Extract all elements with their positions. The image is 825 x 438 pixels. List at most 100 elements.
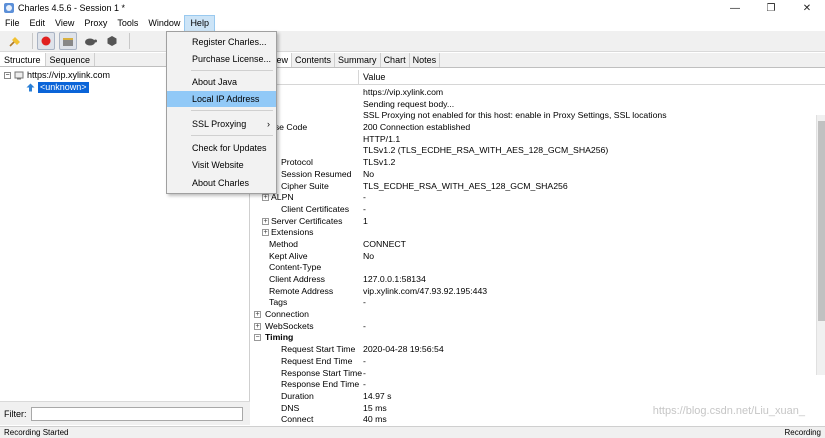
property-value: No [363,168,375,179]
property-name: Duration [281,390,314,401]
property-row[interactable]: Content-Type [251,262,825,274]
property-row[interactable]: Request End Time - [251,356,825,368]
property-row[interactable]: Response End Time - [251,379,825,391]
property-row[interactable]: STLSv1.2 (TLS_ECDHE_RSA_WITH_AES_128_GCM… [251,145,825,157]
tree-row-unknown[interactable]: <unknown> [26,82,89,93]
menu-item-register[interactable]: Register Charles... [167,34,276,50]
menu-edit[interactable]: Edit [25,16,51,31]
menu-window[interactable]: Window [143,16,185,31]
property-name: Response End Time [281,379,360,390]
menu-item-visit-website[interactable]: Visit Website [167,157,276,173]
property-row[interactable]: Tags - [251,297,825,309]
property-value: - [363,297,366,308]
menu-view[interactable]: View [50,16,79,31]
property-value: 200 Connection established [363,122,471,133]
tab-sequence[interactable]: Sequence [46,53,96,66]
tab-notes[interactable]: Notes [410,53,441,67]
filter-bar: Filter: [0,401,250,425]
expand-toggle[interactable]: + [262,194,269,202]
property-value: vip.xylink.com/47.93.92.195:443 [363,285,488,296]
menu-item-about-charles[interactable]: About Charles [167,175,276,191]
property-row[interactable]: Cipher Suite TLS_ECDHE_RSA_WITH_AES_128_G… [251,181,825,193]
tab-chart[interactable]: Chart [381,53,410,67]
turtle-icon [85,38,97,46]
expand-toggle[interactable]: + [262,229,269,237]
help-menu-dropdown: Register Charles... Purchase License... … [166,31,277,194]
ssl-proxying-button[interactable] [59,32,77,50]
menu-item-ssl-proxying[interactable]: SSL Proxying › [167,116,276,132]
expand-toggle[interactable]: − [254,334,261,342]
property-row[interactable]: Kept Alive No [251,251,825,263]
expand-toggle[interactable]: + [254,311,261,319]
menu-proxy[interactable]: Proxy [79,16,112,31]
minimize-button[interactable]: — [717,0,753,16]
toolbar-separator [32,33,33,49]
hexagon-stop-icon [107,36,117,46]
menu-item-purchase-license[interactable]: Purchase License... [167,51,276,67]
property-row[interactable]: Session Resumed No [251,169,825,181]
property-row[interactable]: + Connection [251,309,825,321]
host-globe-icon [14,71,24,80]
property-name: Cipher Suite [281,180,329,191]
property-row[interactable]: + WebSockets - [251,321,825,333]
property-name: Connect [281,414,314,425]
property-name: Session Resumed [281,168,352,179]
status-left-text: Recording Started [4,428,69,437]
column-value-header[interactable]: Value [363,72,385,82]
menu-file[interactable]: File [0,16,25,31]
broom-clear-button[interactable] [6,32,24,50]
property-value: 127.0.0.1:58134 [363,274,426,284]
property-row[interactable]: Request Start Time 2020-04-28 19:56:54 [251,344,825,356]
property-value: 15 ms [363,402,387,413]
tree-collapse-toggle[interactable]: − [4,72,11,79]
tree-row-host[interactable]: − https://vip.xylink.com [4,70,110,81]
property-value: 14.97 s [363,390,392,401]
menu-item-check-updates[interactable]: Check for Updates [167,140,276,156]
menu-item-local-ip-address[interactable]: Local IP Address [167,91,276,107]
property-row[interactable]: Response Start Time - [251,368,825,380]
watermark: https://blog.csdn.net/Liu_xuan_ [652,405,805,417]
property-row[interactable]: sponse Code 200 Connection established [251,122,825,134]
close-button[interactable]: ✕ [789,0,825,16]
menu-help[interactable]: Help [184,15,215,32]
property-row[interactable]: Lhttps://vip.xylink.com [251,87,825,99]
property-row[interactable]: Duration 14.97 s [251,391,825,403]
breakpoints-button[interactable] [103,32,121,50]
property-name: Method [269,238,298,249]
property-value: - [363,320,366,331]
property-row[interactable]: − Timing [251,332,825,344]
property-row[interactable]: + Extensions [251,227,825,239]
tab-contents[interactable]: Contents [292,53,336,67]
menu-item-about-java[interactable]: About Java [167,74,276,90]
vertical-scrollbar[interactable] [816,115,825,375]
property-row[interactable]: + ALPN - [251,192,825,204]
property-value: 1 [363,215,368,226]
toolbar-separator [129,33,130,49]
filter-input[interactable] [30,406,243,421]
property-name: Tags [269,297,288,308]
property-row[interactable]: tocolHTTP/1.1 [251,134,825,146]
tab-structure[interactable]: Structure [0,53,46,66]
menu-separator [191,135,273,136]
scrollbar-thumb[interactable] [818,121,825,321]
throttle-button[interactable] [81,32,99,50]
menu-tools[interactable]: Tools [112,16,143,31]
property-value: - [363,379,366,390]
record-button[interactable] [37,32,55,50]
property-row[interactable]: Method CONNECT [251,239,825,251]
property-row[interactable]: tesSSL Proxying not enabled for this hos… [251,110,825,122]
property-row[interactable]: Protocol TLSv1.2 [251,157,825,169]
property-row[interactable]: Client Address 127.0.0.1:58134 [251,274,825,286]
property-value: TLS_ECDHE_RSA_WITH_AES_128_GCM_SHA256 [363,180,568,191]
property-row[interactable]: Client Certificates - [251,204,825,216]
column-divider[interactable] [358,70,359,85]
expand-toggle[interactable]: + [254,322,261,330]
property-row[interactable]: tusSending request body... [251,99,825,111]
tab-summary[interactable]: Summary [335,53,381,67]
expand-toggle[interactable]: + [262,217,269,225]
maximize-button[interactable]: ❐ [753,0,789,16]
menu-separator [191,110,273,111]
property-row[interactable]: Remote Address vip.xylink.com/47.93.92.19… [251,286,825,298]
menu-separator [191,70,273,71]
property-row[interactable]: + Server Certificates 1 [251,216,825,228]
